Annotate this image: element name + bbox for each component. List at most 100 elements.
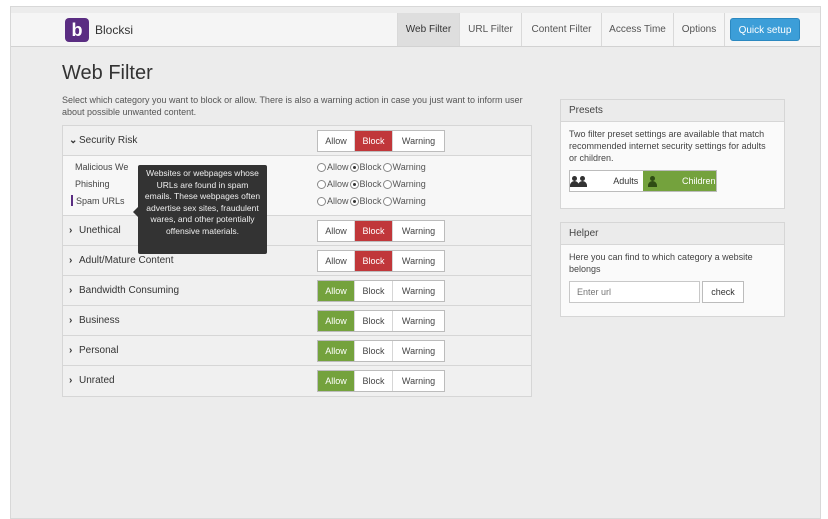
radio-group-malicious: Allow Block Warning (317, 159, 427, 175)
chevron-right-icon: › (69, 315, 73, 326)
category-toggle[interactable]: › Unethical (69, 216, 121, 245)
chevron-right-icon: › (69, 225, 73, 236)
allow-button[interactable]: Allow (318, 311, 355, 331)
action-selector: Allow Block Warning (317, 370, 445, 392)
warning-radio-label: Warning (392, 196, 426, 206)
chevron-right-icon: › (69, 255, 73, 266)
warning-radio-label: Warning (392, 179, 426, 189)
allow-button[interactable]: Allow (318, 281, 355, 301)
subcategory-phishing: Phishing (75, 179, 110, 189)
category-row-business[interactable]: › Business Allow Block Warning (63, 306, 531, 336)
block-radio[interactable] (349, 196, 359, 206)
allow-button[interactable]: Allow (318, 131, 355, 151)
allow-button[interactable]: Allow (318, 251, 355, 271)
preset-toggle: Adults Children (569, 170, 717, 192)
warning-radio[interactable] (382, 196, 392, 206)
action-selector: Allow Block Warning (317, 310, 445, 332)
block-button[interactable]: Block (355, 251, 393, 271)
allow-radio[interactable] (317, 162, 326, 172)
action-selector: Allow Block Warning (317, 340, 445, 362)
category-toggle[interactable]: › Unrated (69, 366, 115, 395)
allow-radio[interactable] (317, 179, 326, 189)
warning-button[interactable]: Warning (393, 371, 444, 391)
blocksi-logo-icon[interactable]: b (65, 18, 89, 42)
action-selector: Allow Block Warning (317, 280, 445, 302)
presets-card: Presets Two filter preset settings are a… (560, 99, 785, 209)
allow-radio-label: Allow (327, 162, 349, 172)
subcategory-spam-urls: Spam URLs (71, 193, 125, 209)
category-toggle[interactable]: › Bandwidth Consuming (69, 276, 179, 305)
category-name: Adult/Mature Content (79, 255, 174, 266)
category-toggle[interactable]: ⌄ Security Risk (69, 126, 137, 155)
action-selector: Allow Block Warning (317, 250, 445, 272)
tab-options[interactable]: Options (673, 13, 725, 46)
warning-radio[interactable] (382, 179, 392, 189)
url-input[interactable] (569, 281, 700, 303)
block-button[interactable]: Block (355, 221, 393, 241)
category-list: ⌄ Security Risk Allow Block Warning Malic… (62, 125, 532, 397)
tab-web-filter[interactable]: Web Filter (397, 13, 459, 46)
helper-title: Helper (561, 223, 784, 245)
chevron-right-icon: › (69, 345, 73, 356)
allow-button[interactable]: Allow (318, 221, 355, 241)
category-row-personal[interactable]: › Personal Allow Block Warning (63, 336, 531, 366)
subcategory-malicious: Malicious We (75, 162, 129, 172)
category-row-unrated[interactable]: › Unrated Allow Block Warning (63, 366, 531, 396)
warning-button[interactable]: Warning (393, 251, 444, 271)
tab-content-filter[interactable]: Content Filter (521, 13, 601, 46)
allow-radio-label: Allow (327, 196, 349, 206)
allow-radio[interactable] (317, 196, 326, 206)
category-toggle[interactable]: › Business (69, 306, 120, 335)
block-radio[interactable] (349, 179, 359, 189)
check-button[interactable]: check (702, 281, 744, 303)
tab-access-time[interactable]: Access Time (601, 13, 673, 46)
block-radio-label: Block (359, 179, 382, 189)
adults-label: Adults (613, 176, 639, 186)
category-name: Personal (79, 345, 119, 356)
block-button[interactable]: Block (355, 311, 393, 331)
radio-group-spam-urls: Allow Block Warning (317, 193, 427, 209)
category-row-unethical[interactable]: › Unethical Allow Block Warning (63, 216, 531, 246)
block-radio-label: Block (359, 162, 382, 172)
presets-title: Presets (561, 100, 784, 122)
quick-setup-button[interactable]: Quick setup (730, 18, 800, 41)
allow-button[interactable]: Allow (318, 371, 355, 391)
helper-body: Here you can find to which category a we… (561, 245, 784, 309)
radio-group-phishing: Allow Block Warning (317, 176, 427, 192)
helper-form: check (569, 281, 776, 303)
helper-card: Helper Here you can find to which catego… (560, 222, 785, 317)
brand-name: Blocksi (95, 23, 134, 37)
warning-radio[interactable] (382, 162, 392, 172)
category-name: Business (79, 315, 120, 326)
block-button[interactable]: Block (355, 131, 393, 151)
warning-button[interactable]: Warning (393, 311, 444, 331)
action-selector: Allow Block Warning (317, 130, 445, 152)
adults-preset-button[interactable]: Adults (570, 171, 643, 191)
block-button[interactable]: Block (355, 341, 393, 361)
category-row-bandwidth[interactable]: › Bandwidth Consuming Allow Block Warning (63, 276, 531, 306)
page-title: Web Filter (62, 62, 153, 84)
presets-description: Two filter preset settings are available… (569, 129, 766, 163)
category-name: Bandwidth Consuming (79, 285, 180, 296)
adults-icon (570, 175, 605, 187)
block-button[interactable]: Block (355, 371, 393, 391)
allow-radio-label: Allow (327, 179, 349, 189)
hover-indicator (71, 195, 73, 206)
category-toggle[interactable]: › Personal (69, 336, 118, 365)
category-row-adult[interactable]: › Adult/Mature Content Allow Block Warnin… (63, 246, 531, 276)
warning-button[interactable]: Warning (393, 341, 444, 361)
warning-button[interactable]: Warning (393, 131, 444, 151)
allow-button[interactable]: Allow (318, 341, 355, 361)
category-tooltip: Websites or webpages whose URLs are foun… (133, 165, 267, 254)
block-button[interactable]: Block (355, 281, 393, 301)
warning-button[interactable]: Warning (393, 221, 444, 241)
block-radio[interactable] (349, 162, 359, 172)
page-description: Select which category you want to block … (62, 95, 523, 117)
presets-body: Two filter preset settings are available… (561, 122, 784, 198)
action-selector: Allow Block Warning (317, 220, 445, 242)
warning-button[interactable]: Warning (393, 281, 444, 301)
category-name: Security Risk (79, 135, 138, 146)
tab-url-filter[interactable]: URL Filter (459, 13, 521, 46)
children-preset-button[interactable]: Children (643, 171, 716, 191)
category-row-security-risk[interactable]: ⌄ Security Risk Allow Block Warning (63, 126, 531, 156)
